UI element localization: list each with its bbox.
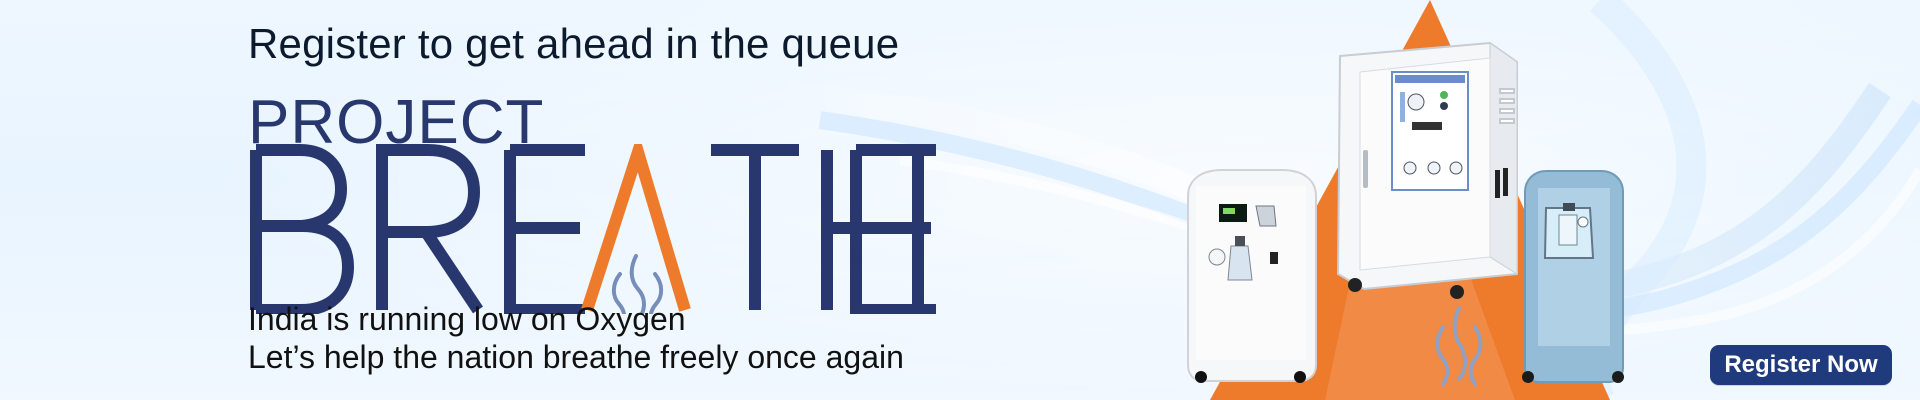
body-line-1: India is running low on Oxygen xyxy=(248,301,686,337)
body-copy: India is running low on Oxygen Let’s hel… xyxy=(248,300,1068,376)
tagline: Register to get ahead in the queue xyxy=(248,20,900,67)
oxygen-concentrator-white-icon xyxy=(1187,169,1317,383)
oxygen-concentrator-blue-icon xyxy=(1522,170,1624,383)
register-now-button[interactable]: Register Now xyxy=(1710,345,1892,385)
hero-banner: Register to get ahead in the queue PROJE… xyxy=(0,0,1920,400)
body-line-2: Let’s help the nation breathe freely onc… xyxy=(248,339,904,375)
oxygen-products-image xyxy=(1187,0,1624,400)
project-breathe-logo: PROJECT xyxy=(246,92,946,314)
oxygen-generator-cabinet-icon xyxy=(1336,41,1518,299)
logo-breathe-wordmark xyxy=(250,144,936,314)
tagline-block: Register to get ahead in the queue xyxy=(248,18,988,70)
